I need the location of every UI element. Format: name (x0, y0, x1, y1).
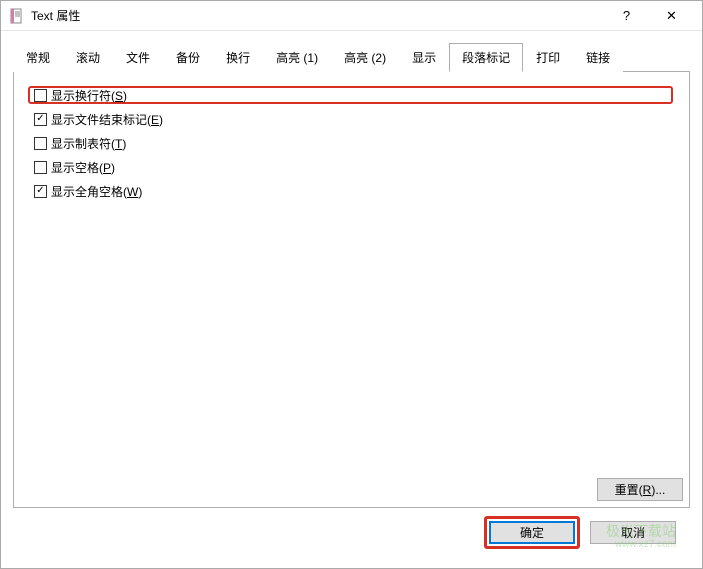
option-label: 显示全角空格(W) (51, 183, 142, 200)
reset-button[interactable]: 重置(R)... (597, 478, 683, 501)
option-show-tab[interactable]: 显示制表符(T) (34, 134, 673, 152)
tab-backup[interactable]: 备份 (163, 43, 213, 72)
checkbox-list: 显示换行符(S) 显示文件结束标记(E) 显示制表符(T) (30, 86, 673, 200)
tab-wrap[interactable]: 换行 (213, 43, 263, 72)
tabs-container: 常规 滚动 文件 备份 换行 高亮 (1) 高亮 (2) 显示 段落标记 打印 … (13, 43, 690, 72)
option-show-line-break[interactable]: 显示换行符(S) (28, 86, 673, 104)
window-title: Text 属性 (31, 7, 604, 24)
titlebar: Text 属性 ? ✕ (1, 1, 702, 31)
checkbox-icon[interactable] (34, 137, 47, 150)
option-label: 显示制表符(T) (51, 135, 126, 152)
titlebar-controls: ? ✕ (604, 2, 694, 30)
option-show-space[interactable]: 显示空格(P) (34, 158, 673, 176)
dialog-window: Text 属性 ? ✕ 常规 滚动 文件 备份 换行 高亮 (1) 高亮 (2)… (0, 0, 703, 569)
close-button[interactable]: ✕ (649, 2, 694, 30)
cancel-button[interactable]: 取消 (590, 521, 676, 544)
checkbox-icon[interactable] (34, 185, 47, 198)
content-area: 常规 滚动 文件 备份 换行 高亮 (1) 高亮 (2) 显示 段落标记 打印 … (1, 31, 702, 568)
tab-print[interactable]: 打印 (523, 43, 573, 72)
help-button[interactable]: ? (604, 2, 649, 30)
reset-row: 重置(R)... (597, 478, 683, 501)
checkbox-icon[interactable] (34, 113, 47, 126)
tab-highlight1[interactable]: 高亮 (1) (263, 43, 331, 72)
tab-scroll[interactable]: 滚动 (63, 43, 113, 72)
tab-paragraph-marks[interactable]: 段落标记 (449, 43, 523, 72)
option-label: 显示文件结束标记(E) (51, 111, 163, 128)
checkbox-icon[interactable] (34, 89, 47, 102)
footer: 确定 取消 极光下载站 www.xz7.com (13, 508, 690, 556)
tab-display[interactable]: 显示 (399, 43, 449, 72)
option-label: 显示换行符(S) (51, 87, 127, 104)
option-show-fullwidth-space[interactable]: 显示全角空格(W) (34, 182, 673, 200)
app-icon (9, 8, 25, 24)
option-show-eof[interactable]: 显示文件结束标记(E) (34, 110, 673, 128)
option-label: 显示空格(P) (51, 159, 115, 176)
ok-highlight-box: 确定 (484, 516, 580, 549)
tab-panel: 显示换行符(S) 显示文件结束标记(E) 显示制表符(T) (13, 72, 690, 508)
tab-general[interactable]: 常规 (13, 43, 63, 72)
tab-file[interactable]: 文件 (113, 43, 163, 72)
checkbox-icon[interactable] (34, 161, 47, 174)
ok-button[interactable]: 确定 (489, 521, 575, 544)
tab-link[interactable]: 链接 (573, 43, 623, 72)
tab-highlight2[interactable]: 高亮 (2) (331, 43, 399, 72)
